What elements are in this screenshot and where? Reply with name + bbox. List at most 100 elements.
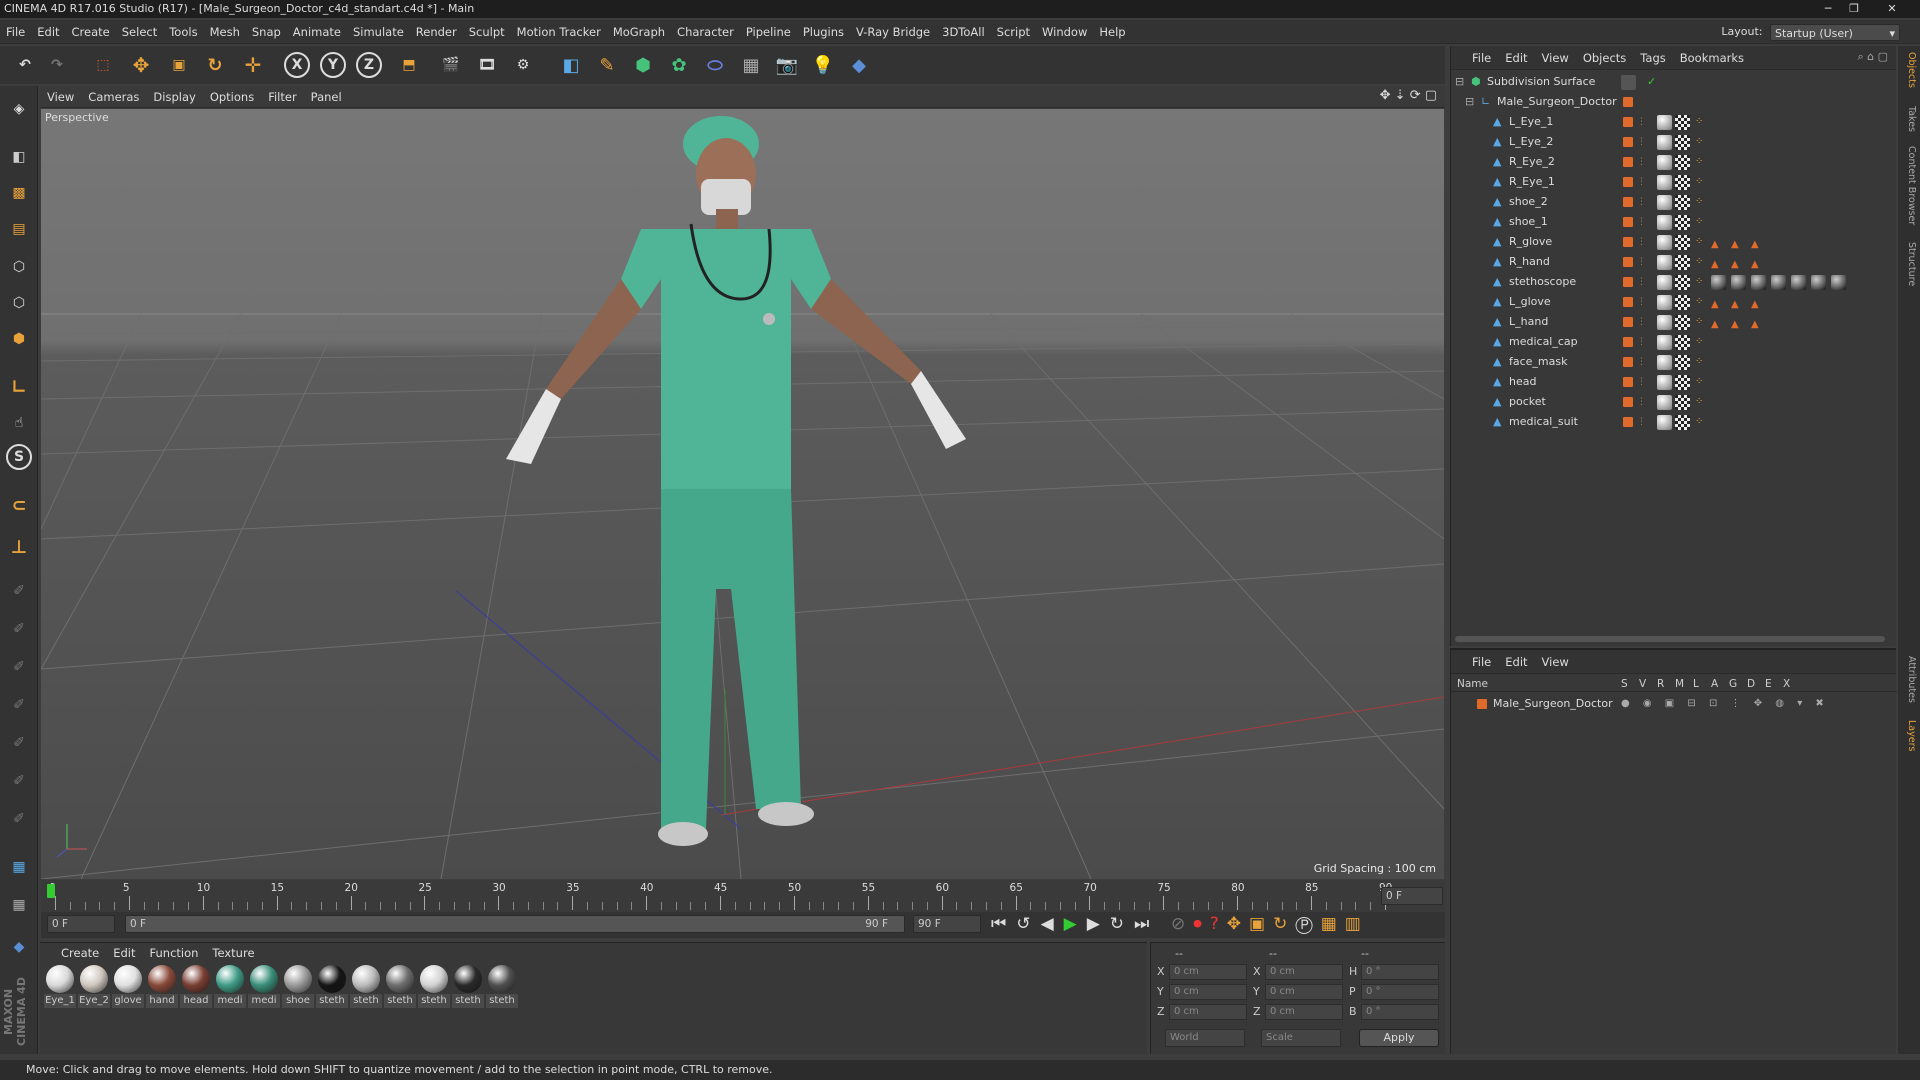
object-search-icon[interactable]: ⌕ ⌂ ▢: [1857, 50, 1888, 64]
paint-grid-icon[interactable]: ▦: [4, 852, 34, 882]
object-row[interactable]: ▲ L_hand ⋮ ⁘ ▲ ▲ ▲: [1451, 312, 1897, 332]
selection-tag-icon[interactable]: ▲: [1751, 255, 1766, 270]
render-view-icon[interactable]: 🎬: [436, 50, 466, 80]
object-row[interactable]: ▲ R_glove ⋮ ⁘ ▲ ▲ ▲: [1451, 232, 1897, 252]
uvw-tag-icon[interactable]: [1675, 215, 1690, 230]
prev-frame-icon[interactable]: ◀: [1041, 914, 1064, 934]
obj-menu-objects[interactable]: Objects: [1576, 46, 1633, 70]
material-tag-icon[interactable]: [1657, 155, 1672, 170]
selection-tag-icon[interactable]: ⁘: [1695, 412, 1703, 432]
material-tag-icon[interactable]: [1711, 275, 1726, 290]
visibility-dots-icon[interactable]: ⋮: [1637, 252, 1646, 272]
layer-color-dot[interactable]: [1623, 157, 1633, 167]
menu-plugins[interactable]: Plugins: [797, 20, 850, 44]
layer-col-header[interactable]: M: [1675, 676, 1684, 692]
material-swatch[interactable]: glove: [112, 965, 144, 1008]
object-row-group[interactable]: ⊟ ∟ Male_Surgeon_Doctor: [1451, 92, 1897, 112]
material-swatch[interactable]: Eye_1: [44, 965, 76, 1008]
material-tag-icon[interactable]: [1657, 195, 1672, 210]
visibility-dots-icon[interactable]: ⋮: [1637, 152, 1646, 172]
uvw-tag-icon[interactable]: [1675, 355, 1690, 370]
key-param-icon[interactable]: Ⓟ: [1295, 914, 1320, 934]
object-row[interactable]: ▲ L_Eye_2 ⋮ ⁘: [1451, 132, 1897, 152]
axis-x-button[interactable]: X: [284, 52, 310, 78]
selection-tag-icon[interactable]: ⁘: [1695, 232, 1703, 252]
material-swatch[interactable]: head: [180, 965, 212, 1008]
selection-tag-icon[interactable]: ▲: [1751, 295, 1766, 310]
selection-tag-icon[interactable]: ▲: [1711, 315, 1726, 330]
axis-mode-icon[interactable]: ∟: [4, 372, 34, 402]
uvw-tag-icon[interactable]: [1675, 335, 1690, 350]
layer-color-dot[interactable]: [1623, 137, 1633, 147]
layer-color-dot[interactable]: [1623, 97, 1633, 107]
menu-3dtoall[interactable]: 3DToAll: [936, 20, 991, 44]
viewport-nav-icons[interactable]: ✥ ⇣ ⟳ ▢: [1380, 88, 1437, 103]
model-mode-icon[interactable]: ◧: [4, 142, 34, 172]
visibility-dots-icon[interactable]: ⋮: [1637, 212, 1646, 232]
render-picture-viewer-icon[interactable]: 🎞: [472, 50, 502, 80]
selection-tag-icon[interactable]: ⁘: [1695, 292, 1703, 312]
material-tag-icon[interactable]: [1751, 275, 1766, 290]
viewport-perspective[interactable]: Perspective Grid Spacing : 100 cm: [41, 109, 1444, 879]
menu-file[interactable]: File: [0, 20, 31, 44]
subdivision-icon[interactable]: ⬢: [628, 50, 658, 80]
play-icon[interactable]: ▶: [1064, 914, 1087, 934]
selection-tag-icon[interactable]: ⁘: [1695, 352, 1703, 372]
uvw-tag-icon[interactable]: [1675, 115, 1690, 130]
layer-flag-icons[interactable]: ● ◉ ▣ ⊟ ⊡ ⋮ ✥ ◍ ▾ ✖: [1621, 694, 1829, 714]
menu-snap[interactable]: Snap: [246, 20, 287, 44]
timeline-window-icon[interactable]: ▥: [1345, 914, 1369, 934]
coord-value-field[interactable]: 0 cm: [1265, 964, 1343, 980]
undo-icon[interactable]: ↶: [10, 50, 40, 80]
material-tag-icon[interactable]: [1657, 395, 1672, 410]
timeline-ruler[interactable]: 051015202530354045505560657075808590 0 F: [41, 880, 1445, 914]
object-scrollbar[interactable]: [1455, 636, 1885, 642]
axis-y-button[interactable]: Y: [320, 52, 346, 78]
layer-color-dot[interactable]: [1623, 397, 1633, 407]
mat-menu-edit[interactable]: Edit: [106, 943, 142, 963]
menu-sculpt[interactable]: Sculpt: [463, 20, 511, 44]
material-tag-icon[interactable]: [1657, 295, 1672, 310]
live-selection-icon[interactable]: ⬚: [88, 50, 118, 80]
layer-col-header[interactable]: L: [1693, 676, 1699, 692]
menu-help[interactable]: Help: [1093, 20, 1131, 44]
max-frame-field[interactable]: 90 F: [913, 915, 981, 933]
visibility-dots-icon[interactable]: ⋮: [1637, 172, 1646, 192]
python-icon[interactable]: ◆: [844, 50, 874, 80]
object-row[interactable]: ▲ medical_cap ⋮ ⁘: [1451, 332, 1897, 352]
polygons-mode-icon[interactable]: ⬢: [4, 324, 34, 354]
edges-mode-icon[interactable]: ⬡: [4, 288, 34, 318]
visibility-dots-icon[interactable]: ⋮: [1637, 272, 1646, 292]
layer-color-dot[interactable]: [1623, 277, 1633, 287]
python-script-icon[interactable]: ◆: [4, 932, 34, 962]
selection-tag-icon[interactable]: ⁘: [1695, 132, 1703, 152]
material-swatch[interactable]: medi: [248, 965, 280, 1008]
key-scale-icon[interactable]: ▣: [1249, 914, 1273, 934]
collapse-icon[interactable]: ⊟: [1455, 72, 1464, 92]
sculpt-brush-5-icon[interactable]: ✐: [4, 728, 34, 758]
selection-tag-icon[interactable]: ▲: [1711, 295, 1726, 310]
material-tag-icon[interactable]: [1657, 375, 1672, 390]
material-tag-icon[interactable]: [1657, 135, 1672, 150]
visibility-dots-icon[interactable]: ⋮: [1637, 412, 1646, 432]
viewport-menu-filter[interactable]: Filter: [261, 86, 303, 108]
menu-select[interactable]: Select: [116, 20, 163, 44]
points-mode-icon[interactable]: ⬡: [4, 252, 34, 282]
texture-mode-icon[interactable]: ▩: [4, 178, 34, 208]
uvw-tag-icon[interactable]: [1675, 235, 1690, 250]
selection-tag-icon[interactable]: ⁘: [1695, 252, 1703, 272]
uvw-tag-icon[interactable]: [1675, 195, 1690, 210]
layer-menu-edit[interactable]: Edit: [1498, 650, 1534, 674]
world-select[interactable]: World: [1165, 1029, 1245, 1047]
object-row[interactable]: ▲ shoe_2 ⋮ ⁘: [1451, 192, 1897, 212]
material-swatch[interactable]: steth: [418, 965, 450, 1008]
object-row[interactable]: ▲ medical_suit ⋮ ⁘: [1451, 412, 1897, 432]
coord-value-field[interactable]: 0 cm: [1169, 1004, 1247, 1020]
selection-tag-icon[interactable]: ▲: [1711, 235, 1726, 250]
side-tab-content-browser[interactable]: Content Browser: [1901, 146, 1917, 225]
lock-axis-icon[interactable]: ⊥: [4, 532, 34, 562]
visibility-dots-icon[interactable]: ⋮: [1637, 192, 1646, 212]
material-tag-icon[interactable]: [1657, 355, 1672, 370]
material-tag-icon[interactable]: [1657, 335, 1672, 350]
deformer-icon[interactable]: ⬭: [700, 50, 730, 80]
